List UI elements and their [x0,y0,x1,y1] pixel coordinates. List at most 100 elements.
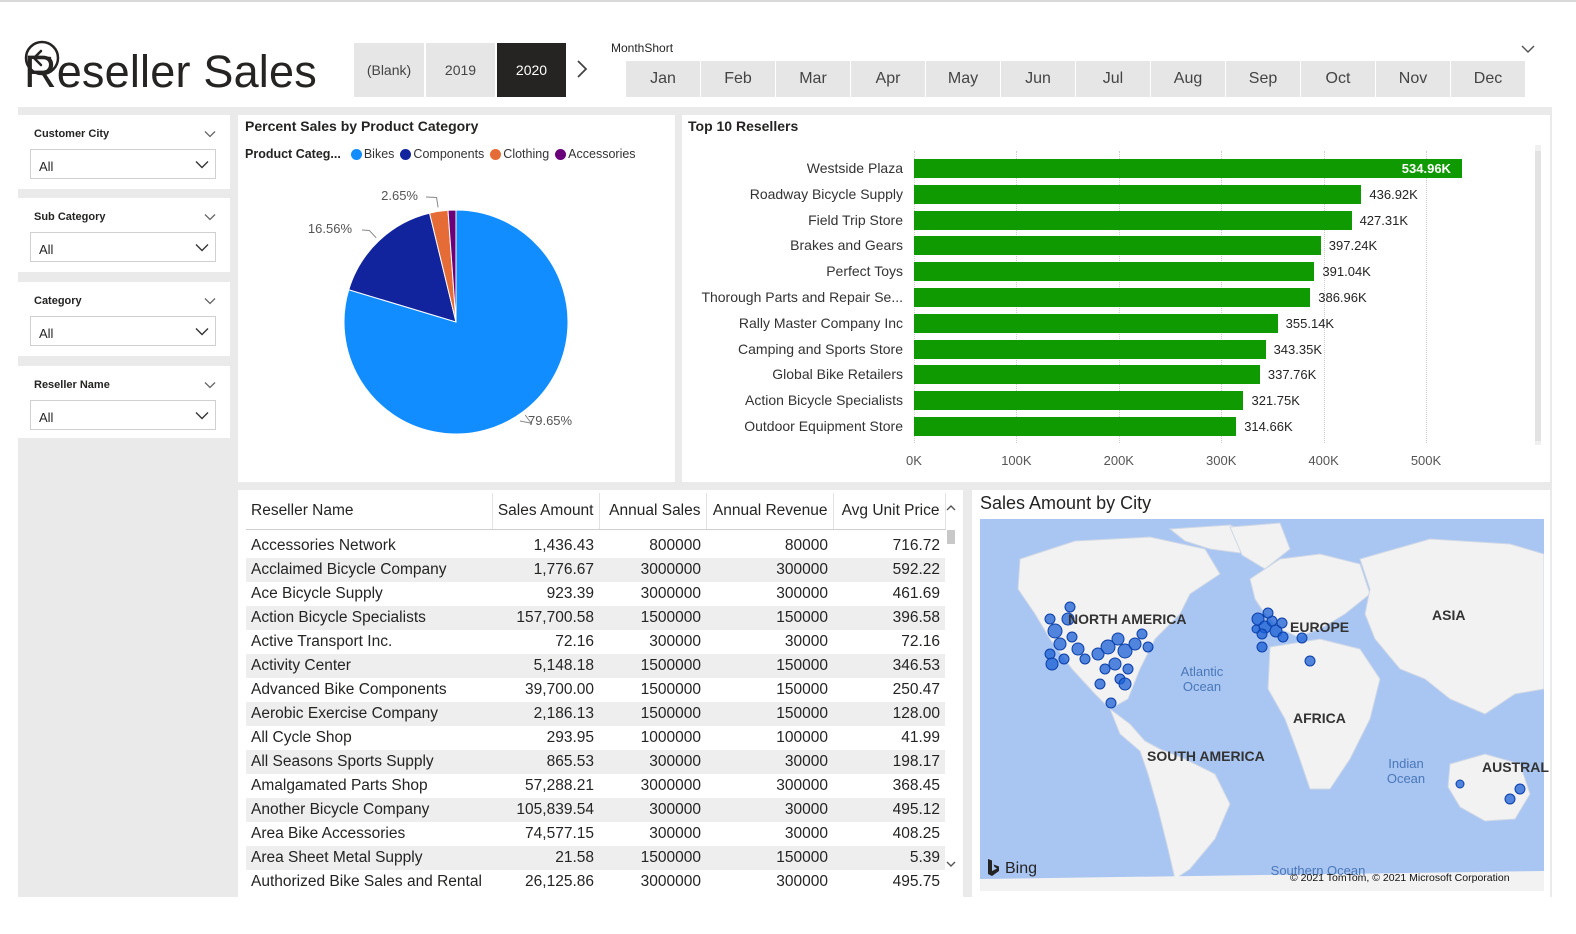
filter-dropdown[interactable]: All [30,316,216,346]
legend-item-bikes[interactable]: Bikes [350,147,394,161]
table-row[interactable]: Advanced Bike Components 39,700.00 1500000… [246,678,945,702]
bar-chart-title: Top 10 Resellers [688,118,799,134]
bar[interactable] [914,339,1266,359]
year-option-blank[interactable]: (Blank) [354,43,425,97]
table-cell: All Seasons Sports Supply [246,750,492,774]
table-cell: Aerobic Exercise Company [246,702,492,726]
table-row[interactable]: All Seasons Sports Supply 865.53 300000 300… [246,750,945,774]
month-option-sep[interactable]: Sep [1226,61,1300,97]
legend-item-components[interactable]: Components [400,147,484,161]
scroll-up-icon[interactable] [945,502,957,514]
legend-item-accessories[interactable]: Accessories [555,147,636,161]
bar-chart-scrollbar[interactable] [1535,145,1541,445]
bar[interactable] [914,417,1237,436]
filter-dropdown[interactable]: All [30,400,216,430]
bar[interactable] [914,365,1260,385]
year-option-2020[interactable]: 2020 [497,43,567,97]
table-row[interactable]: Another Bicycle Company 105,839.54 300000 3… [246,798,945,822]
table-cell: 72.16 [555,633,594,650]
pie-data-label: 2.65% [381,188,418,203]
table-row[interactable]: Activity Center 5,148.18 1500000 150000 346.… [246,654,945,678]
month-option-nov[interactable]: Nov [1376,61,1450,97]
chevron-down-icon[interactable] [204,297,216,305]
filter-dropdown[interactable]: All [30,232,216,262]
bar[interactable] [914,184,1362,204]
legend-dot [400,148,412,160]
table-cell: 368.45 [892,777,940,794]
table-cell: 5.39 [833,846,945,870]
month-option-may[interactable]: May [926,61,1000,97]
map-label-asia: ASIA [1432,607,1466,623]
chevron-down-icon[interactable] [1520,43,1536,55]
table-cell: 300000 [776,585,828,602]
bar[interactable] [914,262,1315,282]
table-cell: 3000000 [599,558,706,582]
chevron-down-icon[interactable] [204,213,216,221]
table-row[interactable]: Action Bicycle Specialists 157,700.58 1500… [246,606,945,630]
scrollbar-thumb[interactable] [947,530,955,544]
month-option-jun[interactable]: Jun [1001,61,1075,97]
bar[interactable] [914,159,1462,178]
bar-category-label: Action Bicycle Specialists [745,392,903,409]
bar[interactable] [914,236,1321,256]
table-cell: 100000 [776,729,828,746]
month-option-jul[interactable]: Jul [1076,61,1150,97]
chevron-down-icon [195,412,209,420]
month-option-label: Jul [1102,70,1124,87]
table-row[interactable]: Acclaimed Bicycle Company 1,776.67 3000000… [246,558,945,582]
month-option-label: Sep [1248,70,1278,87]
table-cell: 80000 [784,537,828,554]
scroll-down-icon[interactable] [945,858,957,870]
month-option-dec[interactable]: Dec [1451,61,1525,97]
bar[interactable] [914,313,1278,333]
month-option-aug[interactable]: Aug [1151,61,1225,97]
table-cell: 800000 [649,537,701,554]
filter-sub-category: Sub Category All [18,198,230,272]
bar-value-label: 436.92K [1369,186,1418,202]
month-option-oct[interactable]: Oct [1301,61,1375,97]
bar[interactable] [914,288,1311,307]
table-row[interactable]: Active Transport Inc. 72.16 300000 30000 72.… [246,630,945,654]
table-cell: 198.17 [833,750,945,774]
filter-dropdown[interactable]: All [30,149,216,179]
month-option-jan[interactable]: Jan [626,61,700,97]
table-cell: 250.47 [892,681,940,698]
bar[interactable] [914,210,1352,230]
map-label-africa: AFRICA [1293,710,1346,726]
table-row[interactable]: Ace Bicycle Supply 923.39 3000000 300000 461… [246,582,945,606]
table-cell: 157,700.58 [492,606,599,630]
table-row[interactable]: Area Sheet Metal Supply 21.58 1500000 15000… [246,846,945,870]
table-cell: Authorized Bike Sales and Rental [251,873,482,890]
month-option-apr[interactable]: Apr [851,61,925,97]
legend-label: Accessories [568,147,636,161]
bar[interactable] [914,391,1244,411]
table-row[interactable]: All Cycle Shop 293.95 1000000 100000 41.99 [246,726,945,750]
month-option-feb[interactable]: Feb [701,61,775,97]
table-cell: 74,577.15 [525,825,594,842]
chevron-down-icon[interactable] [204,130,216,138]
table-scrollbar[interactable] [945,502,957,882]
table-row[interactable]: Area Bike Accessories 74,577.15 300000 3000… [246,822,945,846]
column-header-annual-revenue[interactable]: Annual Revenue [706,493,834,530]
chevron-right-icon[interactable] [573,58,591,80]
column-header-avg-unit-price[interactable]: Avg Unit Price [833,493,946,530]
column-header-reseller-name[interactable]: Reseller Name [246,493,493,530]
table-cell: 105,839.54 [492,798,599,822]
bar-value-label: 314.66K [1244,419,1293,434]
table-row[interactable]: Amalgamated Parts Shop 57,288.21 3000000 30… [246,774,945,798]
table-row[interactable]: Aerobic Exercise Company 2,186.13 1500000 1… [246,702,945,726]
legend-item-clothing[interactable]: Clothing [490,147,549,161]
month-option-mar[interactable]: Mar [776,61,850,97]
table-row[interactable]: Authorized Bike Sales and Rental 26,125.8… [246,870,945,894]
bar-chart-panel: Top 10 Resellers Westside Plaza 534.96K Ro… [682,115,1550,482]
table-row[interactable]: Accessories Network 1,436.43 800000 80000 71… [246,534,945,558]
legend-title: Product Categ... [245,147,341,161]
chevron-down-icon[interactable] [204,381,216,389]
world-map[interactable] [980,519,1544,891]
month-option-label: Oct [1325,70,1351,87]
year-option-2019[interactable]: 2019 [426,43,496,97]
bar-category-label: Thorough Parts and Repair Se... [701,289,903,305]
scrollbar-thumb[interactable] [1535,151,1541,441]
column-header-sales-amount[interactable]: Sales Amount [492,493,600,530]
column-header-annual-sales[interactable]: Annual Sales [599,493,707,530]
